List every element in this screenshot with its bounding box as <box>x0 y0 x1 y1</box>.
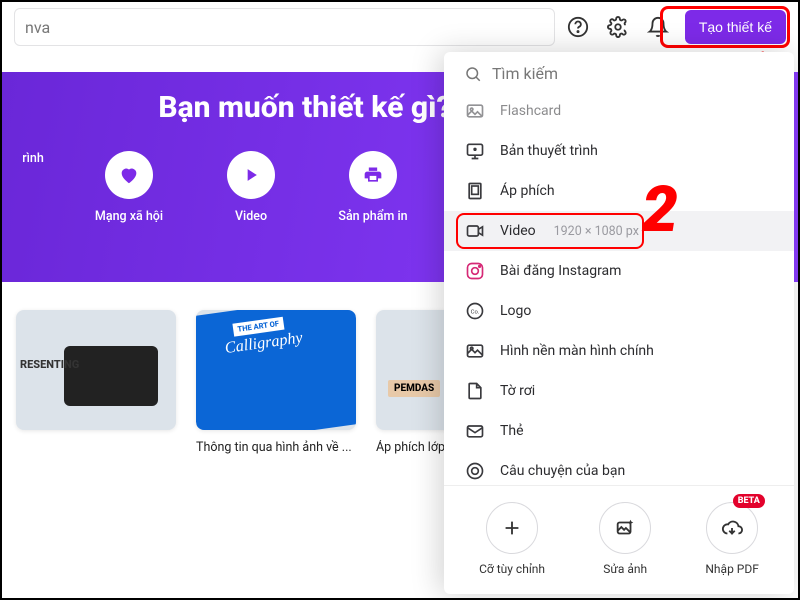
design-type-flashcard[interactable]: Flashcard <box>444 95 794 131</box>
design-type-video[interactable]: Video 1920 × 1080 px <box>444 211 794 251</box>
panel-footer: Cỡ tùy chỉnh Sửa ảnh BETA Nhập PDF <box>444 485 794 594</box>
template-thumbnail <box>16 310 176 430</box>
frame-icon <box>464 180 486 202</box>
bell-icon[interactable] <box>645 14 671 40</box>
panel-search-placeholder: Tìm kiếm <box>492 64 558 83</box>
image-icon <box>464 340 486 362</box>
category-print[interactable]: Sản phẩm in <box>332 151 414 224</box>
envelope-icon <box>464 420 486 442</box>
design-type-instagram-post[interactable]: Bài đăng Instagram <box>444 251 794 291</box>
category-social[interactable]: Mạng xã hội <box>88 151 170 224</box>
import-pdf-button[interactable]: BETA Nhập PDF <box>705 502 759 576</box>
svg-text:Co.: Co. <box>471 310 480 316</box>
instagram-icon <box>464 260 486 282</box>
story-icon <box>464 460 486 482</box>
category-item[interactable]: rình <box>18 151 48 224</box>
panel-search[interactable]: Tìm kiếm <box>444 52 794 95</box>
create-design-panel: Tìm kiếm Flashcard Bản thuyết trình Áp p… <box>444 52 794 594</box>
image-sparkle-icon <box>599 502 651 554</box>
plus-icon <box>486 502 538 554</box>
heart-icon <box>105 151 153 199</box>
help-icon[interactable] <box>565 14 591 40</box>
logo-icon: Co. <box>464 300 486 322</box>
template-caption: Thông tin qua hình ảnh về ... <box>196 440 356 455</box>
design-type-wallpaper[interactable]: Hình nền màn hình chính <box>444 331 794 371</box>
printer-icon <box>349 151 397 199</box>
play-icon <box>227 151 275 199</box>
template-card[interactable] <box>16 310 176 455</box>
edit-photo-button[interactable]: Sửa ảnh <box>599 502 651 576</box>
presentation-icon <box>464 140 486 162</box>
search-icon <box>464 65 482 83</box>
design-type-list: Flashcard Bản thuyết trình Áp phích Vide… <box>444 95 794 485</box>
template-card[interactable]: Thông tin qua hình ảnh về ... <box>196 310 356 455</box>
page-icon <box>464 380 486 402</box>
design-type-flyer[interactable]: Tờ rơi <box>444 371 794 411</box>
category-label: rình <box>22 151 44 166</box>
design-type-presentation[interactable]: Bản thuyết trình <box>444 131 794 171</box>
cloud-upload-icon <box>706 502 758 554</box>
topbar: nva Tạo thiết kế <box>2 2 798 52</box>
category-label: Mạng xã hội <box>95 209 163 224</box>
beta-badge: BETA <box>733 494 765 508</box>
design-type-logo[interactable]: Co. Logo <box>444 291 794 331</box>
design-type-your-story[interactable]: Câu chuyện của bạn <box>444 451 794 485</box>
global-search[interactable]: nva <box>14 8 555 46</box>
search-placeholder-text: nva <box>25 18 50 37</box>
category-label: Video <box>235 209 267 224</box>
custom-size-button[interactable]: Cỡ tùy chỉnh <box>479 502 545 576</box>
gear-icon[interactable] <box>605 14 631 40</box>
video-icon <box>464 220 486 242</box>
video-dimensions: 1920 × 1080 px <box>554 224 639 239</box>
design-type-poster[interactable]: Áp phích <box>444 171 794 211</box>
image-icon <box>464 100 486 122</box>
category-video[interactable]: Video <box>210 151 292 224</box>
annotation-number-2: 2 <box>642 172 678 247</box>
design-type-card[interactable]: Thẻ <box>444 411 794 451</box>
category-label: Sản phẩm in <box>338 209 407 224</box>
